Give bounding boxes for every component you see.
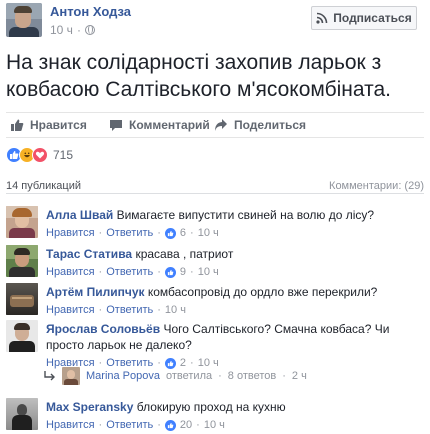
post-stats-row: 14 публикаций Комментарии: (29) <box>6 172 424 194</box>
share-button[interactable]: Поделиться <box>214 118 306 132</box>
comment-text: красава , патриот <box>135 247 234 261</box>
comment-text: комбасопровід до ордло вже перекрили? <box>147 285 378 299</box>
comment-like-count[interactable]: 20 <box>180 417 192 433</box>
reply-action: ответила <box>166 370 213 382</box>
commenter-avatar[interactable] <box>6 245 38 277</box>
like-button[interactable]: Нравится <box>10 118 87 132</box>
reply-arrow-icon <box>44 371 55 381</box>
thumbs-up-icon <box>11 119 24 131</box>
reply-author-avatar[interactable] <box>62 367 80 385</box>
comment-reply-link[interactable]: Ответить <box>106 302 153 318</box>
love-reaction-icon <box>32 147 48 163</box>
subscribe-label: Подписаться <box>333 11 412 25</box>
commenter-avatar[interactable] <box>6 206 38 238</box>
comment-time[interactable]: 10 ч <box>165 302 186 318</box>
post-time[interactable]: 10 ч <box>50 23 73 37</box>
comment-time[interactable]: 10 ч <box>198 225 219 241</box>
subscribe-button[interactable]: Подписаться <box>311 6 417 30</box>
commenter-name[interactable]: Алла Швай <box>46 208 113 222</box>
commenter-avatar[interactable] <box>6 320 38 352</box>
commenter-name[interactable]: Тарас Статива <box>46 247 132 261</box>
separator: · <box>76 23 81 37</box>
comment-like-count[interactable]: 6 <box>180 225 186 241</box>
commenter-name[interactable]: Ярослав Соловьёв <box>46 322 160 336</box>
reaction-count: 715 <box>53 148 74 162</box>
comment-reply-link[interactable]: Ответить <box>106 417 153 433</box>
comment-time[interactable]: 10 ч <box>198 264 219 280</box>
comment-like-link[interactable]: Нравится <box>46 264 95 280</box>
comment-label: Комментарий <box>129 118 210 132</box>
globe-icon <box>84 25 95 35</box>
share-label: Поделиться <box>234 118 307 132</box>
comment-reply-link[interactable]: Ответить <box>106 225 153 241</box>
comment-icon <box>110 120 122 131</box>
replies-summary[interactable]: Marina Popova ответила · 8 ответов · 2 ч <box>44 366 307 386</box>
post-meta: 10 ч · <box>50 23 95 37</box>
reactions-summary[interactable]: 715 <box>6 146 73 164</box>
comment-text: Вимагаєте випустити свиней на волю до лі… <box>116 208 375 222</box>
commenter-name[interactable]: Артём Пилипчук <box>46 285 145 299</box>
comment-meta: Нравится · Ответить · 6 · 10 ч <box>46 225 219 241</box>
author-name[interactable]: Антон Ходза <box>50 4 131 19</box>
post-action-bar: Нравится Комментарий Поделиться <box>6 112 424 138</box>
comment-body: Ярослав Соловьёв Чого Салтівського? Смач… <box>46 321 424 371</box>
reply-author-name[interactable]: Marina Popova <box>86 370 160 382</box>
comment-text: блокирую проход на кухню <box>136 400 286 414</box>
author-avatar[interactable] <box>6 3 42 37</box>
comment-reply-link[interactable]: Ответить <box>106 264 153 280</box>
commenter-avatar[interactable] <box>6 398 38 430</box>
comments-count[interactable]: Комментарии: (29) <box>329 180 424 192</box>
comment-time[interactable]: 10 ч <box>204 417 225 433</box>
commenter-name[interactable]: Max Speransky <box>46 400 133 414</box>
comment-body: Алла Швай Вимагаєте випустити свиней на … <box>46 207 424 241</box>
like-count-icon <box>164 266 176 278</box>
comment-meta: Нравится · Ответить · 9 · 10 ч <box>46 264 219 280</box>
reply-time: 2 ч <box>291 370 307 382</box>
comment-like-link[interactable]: Нравится <box>46 417 95 433</box>
like-label: Нравится <box>30 118 87 132</box>
like-count-icon <box>164 227 176 239</box>
commenter-avatar[interactable] <box>6 283 38 315</box>
comment-body: Тарас Статива красава , патриот Нравится… <box>46 246 424 280</box>
comment-like-count[interactable]: 9 <box>180 264 186 280</box>
comment-button[interactable]: Комментарий <box>109 118 210 132</box>
comment-body: Max Speransky блокирую проход на кухню Н… <box>46 399 424 433</box>
post-header: Антон Ходза 10 ч · Подписаться <box>4 2 428 38</box>
publications-count[interactable]: 14 публикаций <box>6 180 81 192</box>
comment-like-link[interactable]: Нравится <box>46 225 95 241</box>
reply-count[interactable]: 8 ответов <box>228 370 276 382</box>
comment-meta: Нравится · Ответить · 10 ч <box>46 302 186 318</box>
comment-like-link[interactable]: Нравится <box>46 302 95 318</box>
comment-meta: Нравится · Ответить · 20 · 10 ч <box>46 417 225 433</box>
post-text: На знак солідарності захопив ларьок з ко… <box>6 51 391 101</box>
comment-body: Артём Пилипчук комбасопровід до ордло вж… <box>46 284 424 318</box>
share-arrow-icon <box>215 119 227 131</box>
like-count-icon <box>164 419 176 431</box>
rss-icon <box>316 12 328 24</box>
